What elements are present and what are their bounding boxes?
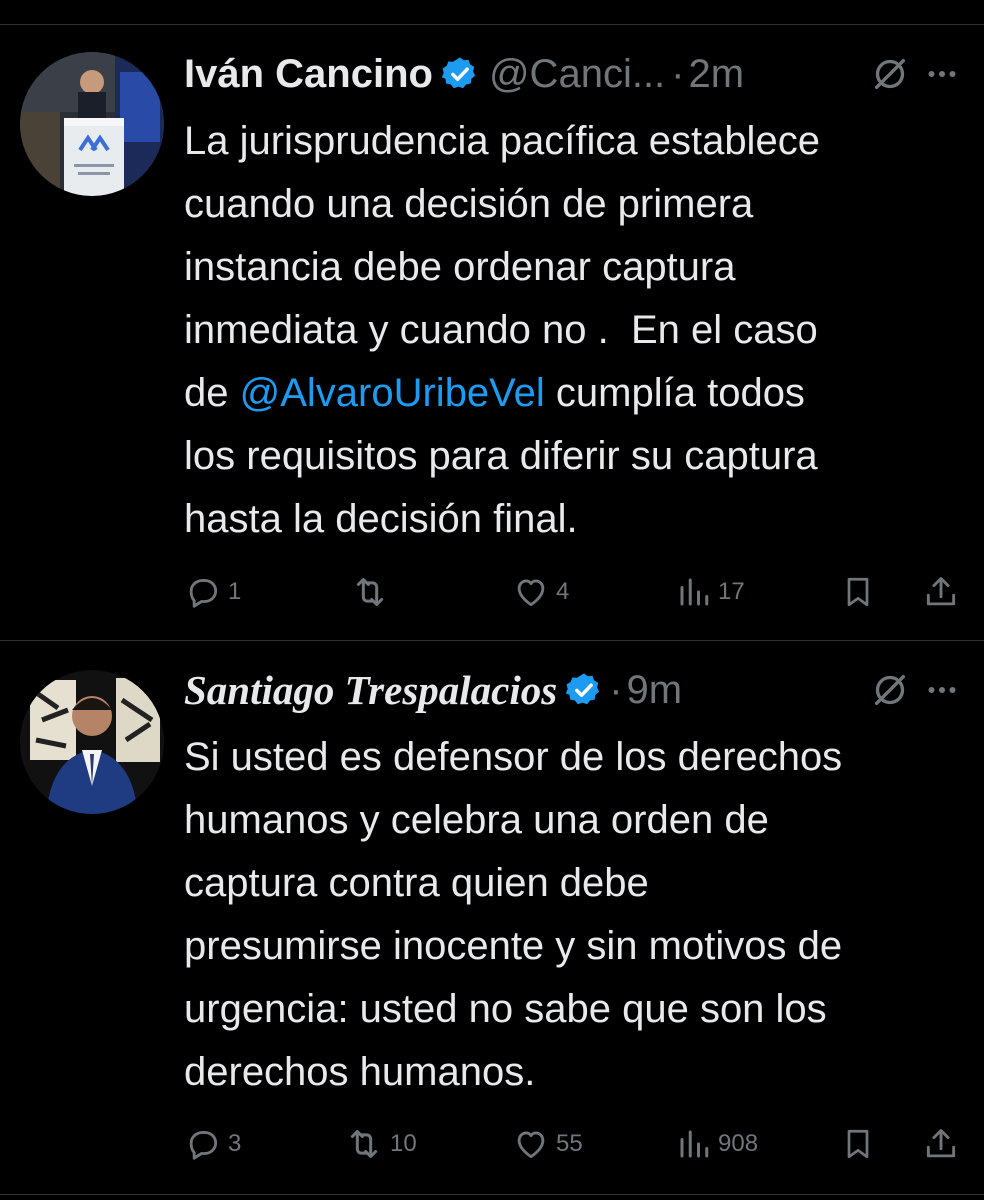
like-icon xyxy=(517,579,545,607)
like-button[interactable]: 4 xyxy=(512,570,569,614)
bookmark-button[interactable] xyxy=(840,1122,876,1166)
tweet-time[interactable]: 9m xyxy=(627,668,683,713)
text-line: hasta la decisión final. xyxy=(184,497,578,541)
share-icon xyxy=(926,577,956,606)
avatar-santiago-trespalacios[interactable] xyxy=(20,670,164,814)
text-segment: de xyxy=(184,371,240,415)
views-button[interactable]: 17 xyxy=(676,570,745,614)
bookmark-icon xyxy=(847,577,869,607)
reply-button[interactable]: 3 xyxy=(184,1122,241,1166)
views-icon xyxy=(680,1130,709,1158)
avatar-image xyxy=(20,670,164,814)
repost-button[interactable] xyxy=(350,570,396,614)
avatar-ivan-cancino[interactable] xyxy=(20,52,164,196)
share-icon xyxy=(926,1129,956,1158)
grok-icon[interactable] xyxy=(870,54,910,94)
tweet-actions: 1 4 17 xyxy=(184,570,964,614)
more-options-icon[interactable] xyxy=(924,672,960,708)
views-button[interactable]: 908 xyxy=(676,1122,758,1166)
tweet-header: Santiago Trespalacios · 9m xyxy=(184,662,960,718)
separator-dot: · xyxy=(671,51,685,96)
separator-dot: · xyxy=(609,667,623,712)
text-line: los requisitos para diferir su captura xyxy=(184,434,818,478)
repost-button[interactable]: 10 xyxy=(344,1122,417,1166)
views-count: 17 xyxy=(718,578,745,605)
avatar-image xyxy=(20,52,164,196)
share-button[interactable] xyxy=(922,1122,960,1166)
reply-icon xyxy=(189,1131,218,1160)
reply-count: 3 xyxy=(228,1130,242,1157)
repost-count: 10 xyxy=(390,1130,417,1157)
top-divider xyxy=(0,24,984,25)
tweet-time[interactable]: 2m xyxy=(689,52,745,97)
reply-button[interactable]: 1 xyxy=(184,570,241,614)
tweet-text: La jurisprudencia pacífica establece cua… xyxy=(184,110,974,551)
bookmark-button[interactable] xyxy=(840,570,876,614)
tweet-text: Si usted es defensor de los derechos hum… xyxy=(184,726,974,1104)
repost-icon xyxy=(350,1130,378,1158)
bottom-divider xyxy=(0,1194,984,1195)
grok-icon[interactable] xyxy=(870,670,910,710)
reply-icon xyxy=(189,579,218,608)
text-line: inmediata y cuando no . En el caso xyxy=(184,308,818,352)
reply-count: 1 xyxy=(228,578,242,605)
like-button[interactable]: 55 xyxy=(512,1122,583,1166)
author-name[interactable]: Iván Cancino xyxy=(184,52,433,97)
bookmark-icon xyxy=(847,1129,869,1159)
text-line: La jurisprudencia pacífica establece xyxy=(184,119,820,163)
text-line: Si usted es defensor de los derechos xyxy=(184,735,843,779)
text-line: cuando una decisión de primera xyxy=(184,182,754,226)
verified-badge-icon xyxy=(441,57,475,89)
tweet-header: Iván Cancino @Canci... · 2m xyxy=(184,46,960,102)
repost-icon xyxy=(356,578,384,606)
like-count: 4 xyxy=(556,578,570,605)
tweet-divider xyxy=(0,640,984,641)
views-count: 908 xyxy=(718,1130,759,1157)
tweet-actions: 3 10 55 908 xyxy=(184,1122,964,1166)
text-line: presumirse inocente y sin motivos de xyxy=(184,924,843,968)
views-icon xyxy=(680,578,709,606)
like-count: 55 xyxy=(556,1130,583,1157)
mention-link[interactable]: @AlvaroUribeVel xyxy=(240,371,545,415)
text-line: derechos humanos. xyxy=(184,1050,536,1094)
text-line-with-mention: de @AlvaroUribeVel cumplía todos xyxy=(184,362,974,425)
like-icon xyxy=(517,1131,545,1159)
text-line: humanos y celebra una orden de xyxy=(184,798,769,842)
author-name[interactable]: Santiago Trespalacios xyxy=(184,666,557,714)
text-line: captura contra quien debe xyxy=(184,861,649,905)
text-line: urgencia: usted no sabe que son los xyxy=(184,987,827,1031)
share-button[interactable] xyxy=(922,570,960,614)
verified-badge-icon xyxy=(566,673,600,705)
author-handle[interactable]: @Canci... xyxy=(489,52,665,97)
text-line: instancia debe ordenar captura xyxy=(184,245,736,289)
text-segment: cumplía todos xyxy=(544,371,805,415)
more-options-icon[interactable] xyxy=(924,56,960,92)
